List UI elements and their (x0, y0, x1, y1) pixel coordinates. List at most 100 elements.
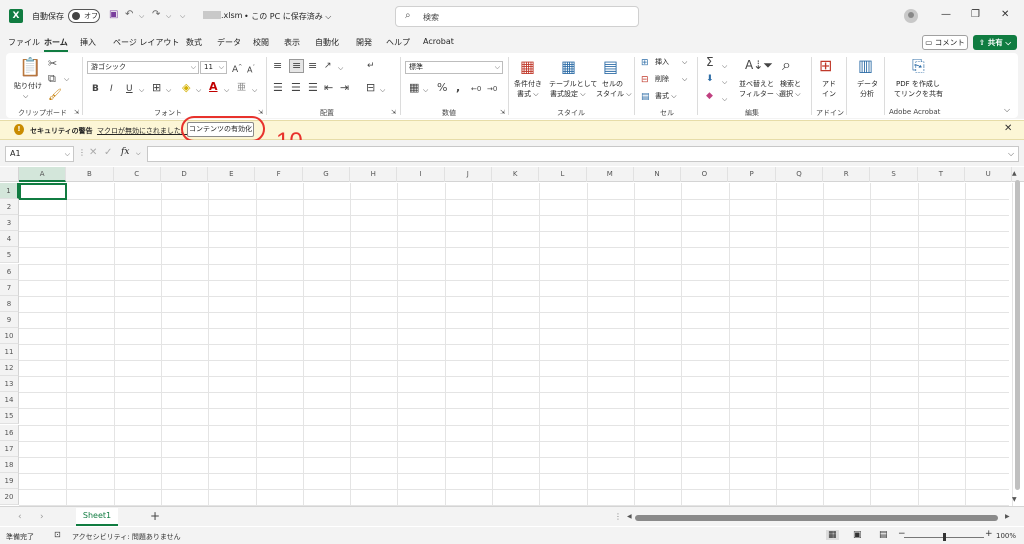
accounting-dropdown-icon[interactable]: ⌵ (423, 84, 428, 96)
row-header[interactable]: 19 (0, 472, 19, 489)
insert-cells-label[interactable]: 挿入 (655, 58, 669, 67)
tab-view[interactable]: 表示 (284, 37, 300, 48)
font-color-icon[interactable]: A (209, 81, 218, 93)
search-input[interactable]: ⌕ 検索 (395, 6, 639, 27)
column-header[interactable]: C (114, 167, 161, 182)
add-ins-icon[interactable]: ⊞ (819, 57, 832, 75)
row-header[interactable]: 16 (0, 424, 19, 441)
tab-formulas[interactable]: 数式 (186, 37, 202, 48)
align-bottom-icon[interactable]: ≡ (308, 60, 317, 72)
copy-dropdown-icon[interactable]: ⌵ (64, 73, 69, 85)
sort-filter-label-2[interactable]: フィルター ⌵ (739, 90, 781, 99)
cell-styles-icon[interactable]: ▤ (603, 58, 618, 76)
conditional-formatting-icon[interactable]: ▦ (520, 58, 535, 76)
tab-help[interactable]: ヘルプ (386, 37, 410, 48)
save-location[interactable]: • この PC に保存済み ⌵ (244, 11, 331, 22)
format-cells-icon[interactable]: ▤ (641, 91, 650, 103)
borders-dropdown-icon[interactable]: ⌵ (166, 84, 171, 96)
column-header[interactable]: O (681, 167, 729, 182)
wrap-text-icon[interactable]: ↵ (367, 60, 375, 72)
autosum-dropdown-icon[interactable]: ⌵ (722, 60, 727, 72)
orientation-dropdown-icon[interactable]: ⌵ (338, 62, 343, 74)
cell-styles-label-2[interactable]: スタイル ⌵ (596, 90, 632, 99)
align-center-icon[interactable]: ☰ (291, 82, 301, 94)
column-header[interactable]: L (539, 167, 587, 182)
sort-filter-label[interactable]: 並べ替えと (739, 80, 774, 89)
conditional-formatting-label-2[interactable]: 書式 ⌵ (517, 90, 539, 99)
scroll-left-icon[interactable]: ◀ (627, 513, 632, 520)
row-header[interactable]: 9 (0, 311, 19, 328)
row-header[interactable]: 12 (0, 360, 19, 377)
clipboard-launcher-icon[interactable]: ⇲ (74, 107, 79, 119)
next-sheet-icon[interactable]: › (40, 512, 44, 522)
find-select-icon[interactable]: ⌕ (782, 56, 791, 74)
tab-data[interactable]: データ (217, 37, 241, 48)
scroll-down-icon[interactable]: ▼ (1012, 496, 1017, 503)
font-color-dropdown-icon[interactable]: ⌵ (224, 84, 229, 96)
align-top-icon[interactable]: ≡ (273, 60, 282, 72)
column-header[interactable]: R (823, 167, 871, 182)
tab-acrobat[interactable]: Acrobat (423, 37, 454, 46)
orientation-icon[interactable]: ↗ (324, 60, 332, 72)
restore-icon[interactable]: ❐ (971, 9, 980, 20)
avatar[interactable] (904, 9, 918, 23)
underline-dropdown-icon[interactable]: ⌵ (139, 84, 144, 96)
tab-developer[interactable]: 開発 (356, 37, 372, 48)
selected-cell-a1[interactable] (19, 183, 67, 200)
minimize-icon[interactable]: — (941, 9, 951, 20)
undo-icon[interactable]: ↶ (125, 9, 133, 20)
delete-cells-icon[interactable]: ⊟ (641, 74, 649, 86)
scroll-right-icon[interactable]: ▶ (1005, 513, 1010, 520)
percent-icon[interactable]: % (437, 82, 447, 94)
font-name-select[interactable]: 游ゴシック ⌵ (87, 61, 199, 74)
vertical-scrollbar[interactable] (1015, 180, 1020, 490)
row-header[interactable]: 4 (0, 231, 19, 248)
find-select-label-2[interactable]: 選択 ⌵ (779, 90, 801, 99)
increase-decimal-icon[interactable]: ←0 (471, 83, 481, 95)
autosave-toggle[interactable]: オフ (68, 9, 100, 23)
sort-filter-icon[interactable]: A⇣⏷ (745, 57, 773, 73)
row-header[interactable]: 20 (0, 488, 19, 505)
merge-center-icon[interactable]: ⊟ (366, 82, 375, 94)
data-analysis-label[interactable]: データ (857, 80, 878, 89)
underline-button[interactable]: U (126, 83, 133, 95)
comment-button[interactable]: ▭ コメント (922, 35, 968, 50)
align-middle-icon[interactable]: ≡ (289, 59, 305, 73)
prev-sheet-icon[interactable]: ‹ (18, 512, 22, 522)
file-extension[interactable]: .xlsm (221, 11, 242, 20)
enter-icon[interactable]: ✓ (104, 147, 112, 158)
page-layout-view-icon[interactable]: ▣ (853, 530, 862, 540)
row-header[interactable]: 14 (0, 392, 19, 409)
macro-disabled-link[interactable]: マクロが無効にされました。 (97, 126, 188, 136)
column-header[interactable]: S (870, 167, 918, 182)
number-format-select[interactable]: 標準 ⌵ (405, 61, 503, 74)
fill-color-icon[interactable]: ◈ (182, 82, 190, 94)
zoom-level[interactable]: 100% (996, 532, 1016, 540)
zoom-in-icon[interactable]: + (985, 529, 993, 539)
column-header[interactable]: P (729, 167, 776, 182)
clear-dropdown-icon[interactable]: ⌵ (722, 93, 727, 105)
insert-dropdown-icon[interactable]: ⌵ (682, 58, 687, 67)
decrease-decimal-icon[interactable]: →0 (487, 83, 497, 95)
fill-icon[interactable]: ⬇ (706, 73, 714, 85)
pdf-share-label[interactable]: PDF を作成し (896, 80, 940, 89)
row-header[interactable]: 2 (0, 199, 19, 216)
undo-dropdown-icon[interactable]: ⌵ (139, 12, 144, 21)
delete-dropdown-icon[interactable]: ⌵ (682, 75, 687, 84)
accounting-format-icon[interactable]: ▦ (409, 82, 419, 94)
row-header[interactable]: 10 (0, 327, 19, 344)
formula-input[interactable] (147, 146, 1019, 162)
close-icon[interactable]: ✕ (1004, 123, 1012, 134)
grow-font-icon[interactable]: A^ (232, 61, 242, 76)
delete-cells-label[interactable]: 削除 (655, 75, 669, 84)
column-header[interactable]: A (19, 167, 67, 182)
column-header[interactable]: Q (776, 167, 824, 182)
borders-icon[interactable]: ⊞ (152, 82, 161, 94)
autosum-icon[interactable]: Σ (706, 56, 714, 68)
column-header[interactable]: T (918, 167, 965, 182)
bold-button[interactable]: B (92, 83, 99, 95)
format-as-table-label[interactable]: テーブルとして (549, 80, 597, 89)
decrease-indent-icon[interactable]: ⇤ (324, 82, 333, 94)
redo-dropdown-icon[interactable]: ⌵ (166, 12, 171, 21)
row-header[interactable]: 17 (0, 440, 19, 457)
